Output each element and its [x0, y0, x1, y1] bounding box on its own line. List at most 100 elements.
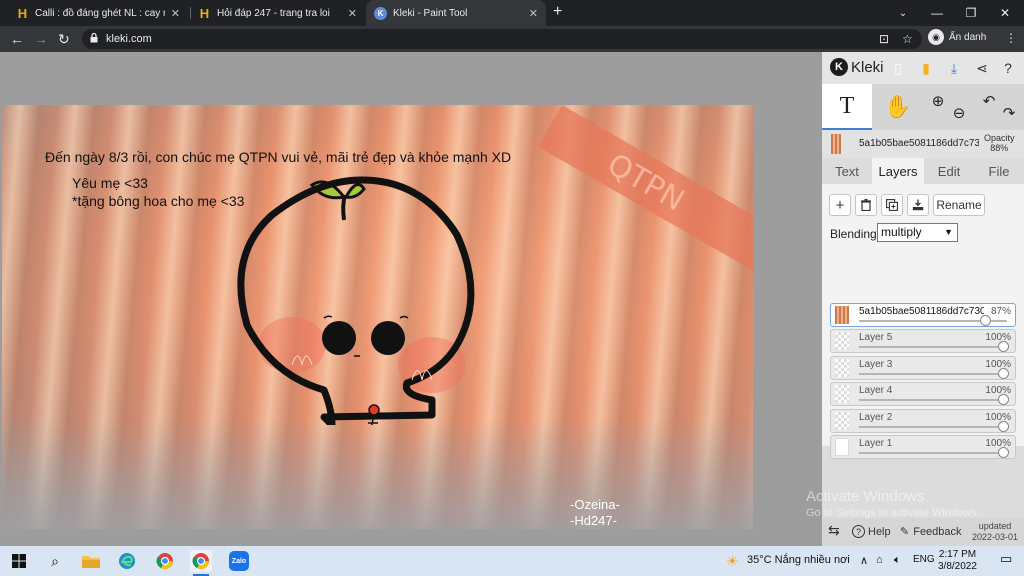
tab-title: Hỏi đáp 247 - trang tra loi	[217, 7, 330, 19]
tab-search-icon[interactable]: ⌄	[886, 0, 920, 26]
layer-opacity-handle[interactable]	[998, 394, 1009, 406]
windows-start-icon[interactable]	[8, 550, 30, 572]
help-icon: ?	[852, 525, 865, 538]
ribbon-banner: QTPN	[538, 105, 753, 277]
layer-opacity-handle[interactable]	[998, 341, 1009, 353]
undo-icon[interactable]: ↶	[978, 84, 1000, 130]
merge-layer-button[interactable]	[907, 194, 929, 216]
translate-icon[interactable]: ⊡	[879, 32, 889, 46]
reload-icon[interactable]: ↻	[58, 31, 70, 48]
close-icon[interactable]: ✕	[348, 7, 357, 20]
feedback-button[interactable]: ✎ Feedback	[900, 525, 962, 539]
canvas-workspace[interactable]: QTPN Đến ngày 8/3 rồi, con chúc mẹ QTPN …	[0, 52, 822, 546]
layer-opacity-handle[interactable]	[979, 315, 991, 326]
text-tool-icon[interactable]: T	[822, 84, 872, 130]
help-circle-icon[interactable]: ?	[998, 58, 1018, 78]
layer-opacity-slider[interactable]	[859, 372, 1007, 375]
rename-layer-button[interactable]: Rename	[933, 194, 985, 216]
layer-opacity-slider[interactable]	[859, 399, 1007, 402]
tray-chevron-icon[interactable]: ∧	[860, 554, 868, 567]
tab-kleki[interactable]: K Kleki - Paint Tool ✕	[366, 0, 546, 26]
current-layer-opacity: Opacity 88%	[984, 133, 1015, 153]
notification-icon[interactable]: ▭	[1000, 551, 1012, 567]
bookmark-star-icon[interactable]: ☆	[902, 32, 913, 46]
layer-opacity-slider[interactable]	[859, 452, 1007, 454]
layer-thumbnail	[835, 332, 849, 351]
updated-label: updated	[978, 521, 1012, 531]
tab-hoidap[interactable]: H Hỏi đáp 247 - trang tra loi ✕	[190, 0, 365, 26]
blending-select[interactable]: multiply ▼	[877, 223, 958, 242]
opacity-label: Opacity	[984, 133, 1015, 143]
redo-icon[interactable]: ↷	[998, 84, 1020, 130]
layer-opacity-handle[interactable]	[998, 420, 1009, 432]
share-icon[interactable]: ⋖	[972, 58, 992, 78]
hand-tool-icon[interactable]: ✋	[878, 84, 918, 130]
back-arrow-icon[interactable]: ←	[10, 31, 24, 47]
opacity-value: 88%	[990, 143, 1009, 153]
restore-icon[interactable]: ❐	[954, 0, 988, 26]
layer-thumbnail	[835, 411, 849, 430]
tab-calli[interactable]: H Calli : đồ đáng ghét NL : cay mo... ✕	[8, 0, 188, 26]
current-layer-bar[interactable]: 5a1b05bae5081186dd7c730e Opacity 88%	[822, 130, 1024, 158]
layer-opacity-slider[interactable]	[859, 425, 1007, 428]
layer-opacity-handle[interactable]	[998, 447, 1009, 458]
system-clock[interactable]: 2:17 PM 3/8/2022	[938, 549, 977, 573]
zalo-app-icon[interactable]: Zalo	[228, 550, 250, 572]
kleki-header: K Kleki ▯ ▮ ⤓ ⋖ ?	[822, 52, 1024, 84]
incognito-profile-button[interactable]: ◉ Ẩn danh	[928, 29, 986, 45]
layers-panel: + Rename Blending multiply ▼ 5a1b05bae50…	[822, 184, 1024, 459]
file-explorer-icon[interactable]	[80, 550, 102, 572]
add-layer-button[interactable]: +	[829, 194, 851, 216]
language-indicator[interactable]: ENG	[913, 554, 935, 565]
edge-browser-icon[interactable]	[116, 550, 138, 572]
swap-sides-icon[interactable]: ⇆	[828, 522, 840, 539]
search-icon[interactable]: ⌕	[44, 550, 66, 572]
drawing-canvas[interactable]: QTPN Đến ngày 8/3 rồi, con chúc mẹ QTPN …	[2, 105, 753, 529]
more-menu-icon[interactable]: ⋮	[1005, 31, 1017, 45]
duplicate-layer-button[interactable]	[881, 194, 903, 216]
chrome-browser-icon[interactable]	[154, 550, 176, 572]
zoom-out-icon[interactable]: ⊖	[948, 84, 970, 130]
minimize-icon[interactable]: —	[920, 0, 954, 26]
close-icon[interactable]: ✕	[529, 7, 538, 20]
edge-icon	[119, 553, 135, 569]
layer-opacity-slider[interactable]	[859, 346, 1007, 349]
activate-subtitle: Go to Settings to activate Windows.	[806, 507, 980, 519]
layer-row[interactable]: Layer 1 100%	[830, 435, 1016, 459]
chrome-incognito-icon[interactable]	[190, 550, 212, 576]
address-bar[interactable]: kleki.com ⊡ ☆	[82, 29, 922, 49]
layer-row[interactable]: 5a1b05bae5081186dd7c730e 87%	[830, 303, 1016, 327]
tab-strip: H Calli : đồ đáng ghét NL : cay mo... ✕ …	[0, 0, 1024, 26]
tab-layers[interactable]: Layers	[872, 158, 924, 184]
window-close-icon[interactable]: ✕	[988, 0, 1022, 26]
love-text: Yêu mẹ <33	[72, 175, 148, 191]
volume-icon[interactable]: 🔈︎	[894, 554, 901, 567]
close-icon[interactable]: ✕	[171, 7, 180, 20]
tab-text[interactable]: Text	[822, 158, 872, 184]
folder-icon	[82, 556, 100, 568]
forward-arrow-icon[interactable]: →	[34, 31, 48, 47]
help-button[interactable]: ? Help	[852, 525, 891, 538]
network-icon[interactable]: ⌂	[876, 554, 883, 566]
new-document-icon[interactable]: ▯	[888, 58, 908, 78]
layer-name: 5a1b05bae5081186dd7c730e	[859, 306, 984, 317]
new-tab-button[interactable]: +	[553, 3, 562, 21]
layer-row[interactable]: Layer 5 100%	[830, 329, 1016, 354]
layer-row[interactable]: Layer 2 100%	[830, 408, 1016, 433]
tool-bar: T ✋ ⊕ ⊖ ↶ ↷	[822, 84, 1024, 130]
kleki-logo[interactable]: K Kleki	[830, 58, 884, 76]
delete-layer-button[interactable]	[855, 194, 877, 216]
layer-thumbnail	[835, 306, 849, 324]
tab-edit[interactable]: Edit	[924, 158, 974, 184]
kleki-logo-icon: K	[830, 58, 848, 76]
download-icon[interactable]: ⤓	[944, 58, 964, 78]
layer-opacity-handle[interactable]	[998, 367, 1009, 379]
layer-row[interactable]: Layer 3 100%	[830, 355, 1016, 380]
zoom-in-icon[interactable]: ⊕	[926, 84, 950, 130]
layer-row[interactable]: Layer 4 100%	[830, 382, 1016, 407]
tab-file[interactable]: File	[974, 158, 1024, 184]
open-folder-icon[interactable]: ▮	[916, 58, 936, 78]
windows-logo-icon	[12, 554, 26, 568]
weather-text[interactable]: 35°C Nắng nhiều nơi	[747, 554, 850, 566]
hoidap-favicon-icon: H	[199, 5, 210, 21]
